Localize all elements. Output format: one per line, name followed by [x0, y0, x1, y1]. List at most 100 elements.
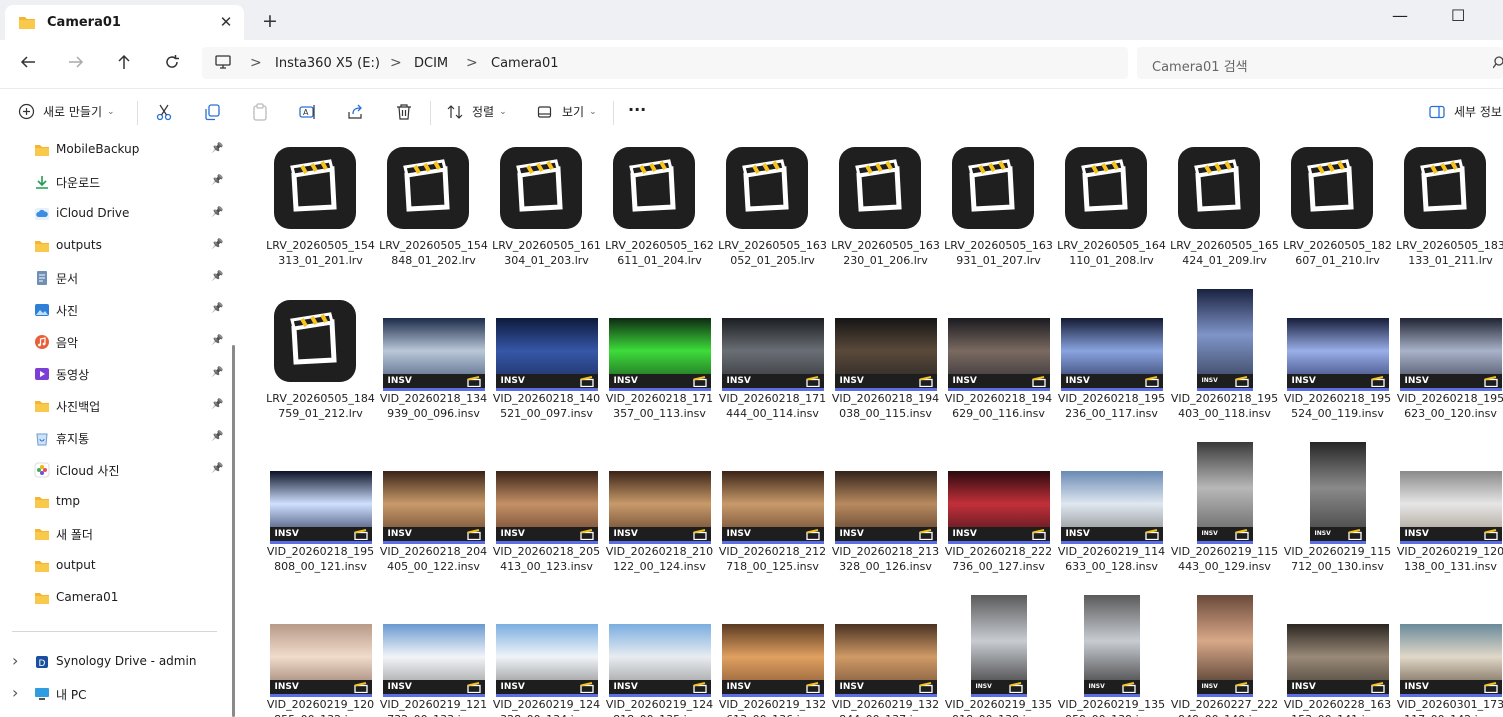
file-item[interactable]: LRV_20260505_161304_01_203.lrv	[490, 136, 603, 286]
paste-icon[interactable]	[251, 103, 269, 121]
file-type-badge: INSV	[1083, 680, 1140, 697]
file-item[interactable]: INSV VID_20260218_195236_00_117.insv	[1055, 289, 1168, 439]
file-item[interactable]: INSV VID_20260218_222736_00_127.insv	[942, 442, 1055, 592]
sidebar-item[interactable]: 휴지통 📌	[0, 424, 229, 452]
expand-chevron-icon[interactable]: ›	[12, 685, 18, 701]
minimize-button[interactable]: —	[1392, 6, 1408, 25]
sidebar-item[interactable]: output	[0, 552, 229, 580]
file-item[interactable]: LRV_20260505_182607_01_210.lrv	[1281, 136, 1394, 286]
sidebar-item[interactable]: Camera01	[0, 584, 229, 612]
file-item[interactable]: INSV VID_20260218_205413_00_123.insv	[490, 442, 603, 592]
address-bar[interactable]: > Insta360 X5 (E:) > DCIM > Camera01	[202, 47, 1128, 79]
sidebar-item[interactable]: outputs 📌	[0, 232, 229, 260]
new-button[interactable]: 새로 만들기 ⌄	[18, 103, 115, 120]
file-item[interactable]: LRV_20260505_184759_01_212.lrv	[264, 289, 377, 439]
file-item[interactable]: INSV VID_20260218_212718_00_125.insv	[716, 442, 829, 592]
folder-icon	[35, 401, 49, 412]
file-item[interactable]: INSV VID_20260219_121732_00_133.insv	[377, 595, 490, 717]
file-item[interactable]: INSV VID_20260219_120855_00_132.insv	[264, 595, 377, 717]
tab-camera01[interactable]: Camera01 ✕	[5, 5, 244, 40]
sidebar-item[interactable]: MobileBackup 📌	[0, 136, 229, 164]
file-item[interactable]: LRV_20260505_154848_01_202.lrv	[377, 136, 490, 286]
sidebar-item[interactable]: iCloud 사진 📌	[0, 456, 229, 484]
file-item[interactable]: LRV_20260505_164110_01_208.lrv	[1055, 136, 1168, 286]
file-item[interactable]: LRV_20260505_165424_01_209.lrv	[1168, 136, 1281, 286]
up-arrow-icon[interactable]	[116, 54, 132, 70]
file-item[interactable]: INSV VID_20260218_195808_00_121.insv	[264, 442, 377, 592]
file-item[interactable]: INSV VID_20260218_140521_00_097.insv	[490, 289, 603, 439]
file-item[interactable]: INSV VID_20260218_195623_00_120.insv	[1394, 289, 1503, 439]
file-item[interactable]: INSV VID_20260219_132844_00_137.insv	[829, 595, 942, 717]
file-item[interactable]: INSV VID_20260218_204405_00_122.insv	[377, 442, 490, 592]
close-tab-button[interactable]: ✕	[218, 14, 234, 30]
file-item[interactable]: INSV VID_20260219_115443_00_129.insv	[1168, 442, 1281, 592]
sort-button[interactable]: 정렬 ⌄	[446, 103, 507, 120]
more-options-button[interactable]: ···	[628, 100, 646, 119]
sidebar-item[interactable]: 사진 📌	[0, 296, 229, 324]
file-item[interactable]: INSV VID_20260218_134939_00_096.insv	[377, 289, 490, 439]
sidebar-item[interactable]: 다운로드 📌	[0, 168, 229, 196]
breadcrumb-camera01[interactable]: Camera01	[491, 56, 559, 71]
back-arrow-icon[interactable]	[20, 54, 36, 70]
file-item[interactable]: INSV VID_20260219_120138_00_131.insv	[1394, 442, 1503, 592]
sidebar-drive-item[interactable]: › 내 PC	[0, 680, 229, 708]
sidebar-drive-item[interactable]: › D Synology Drive - admin	[0, 648, 229, 676]
sidebar-item[interactable]: iCloud Drive 📌	[0, 200, 229, 228]
sidebar-item[interactable]: 사진백업 📌	[0, 392, 229, 420]
file-item[interactable]: INSV VID_20260218_171357_00_113.insv	[603, 289, 716, 439]
refresh-icon[interactable]	[164, 54, 180, 70]
file-item[interactable]: INSV VID_20260219_135959_00_139.insv	[1055, 595, 1168, 717]
file-item[interactable]: INSV VID_20260218_171444_00_114.insv	[716, 289, 829, 439]
sidebar-item[interactable]: 동영상 📌	[0, 360, 229, 388]
share-icon[interactable]	[347, 103, 365, 121]
file-item[interactable]: INSV VID_20260219_124328_00_134.insv	[490, 595, 603, 717]
file-type-badge: INSV	[608, 527, 711, 544]
details-pane-icon	[1429, 105, 1445, 118]
search-box[interactable]: Camera01 검색	[1137, 47, 1503, 79]
cut-icon[interactable]	[155, 103, 173, 121]
file-item[interactable]: INSV VID_20260218_194038_00_115.insv	[829, 289, 942, 439]
file-item[interactable]: INSV VID_20260219_114633_00_128.insv	[1055, 442, 1168, 592]
file-item[interactable]: INSV VID_20260227_222949_00_140.insv	[1168, 595, 1281, 717]
file-item[interactable]: INSV VID_20260219_132613_00_136.insv	[716, 595, 829, 717]
breadcrumb-dcim[interactable]: DCIM	[414, 56, 448, 71]
delete-icon[interactable]	[395, 103, 413, 121]
pin-icon: 📌	[211, 303, 224, 314]
file-item[interactable]: LRV_20260505_183133_01_211.lrv	[1394, 136, 1503, 286]
forward-arrow-icon[interactable]	[68, 54, 84, 70]
details-pane-button[interactable]: 세부 정보	[1429, 103, 1502, 120]
file-item[interactable]: INSV VID_20260219_115712_00_130.insv	[1281, 442, 1394, 592]
file-item[interactable]: LRV_20260505_163052_01_205.lrv	[716, 136, 829, 286]
file-item[interactable]: INSV VID_20260218_194629_00_116.insv	[942, 289, 1055, 439]
svg-text:A: A	[303, 108, 309, 117]
file-item[interactable]: LRV_20260505_163931_01_207.lrv	[942, 136, 1055, 286]
file-item[interactable]: INSV VID_20260219_124818_00_135.insv	[603, 595, 716, 717]
file-item[interactable]: INSV VID_20260219_135918_00_138.insv	[942, 595, 1055, 717]
expand-chevron-icon[interactable]: ›	[12, 653, 18, 669]
video-thumbnail: INSV	[834, 471, 937, 544]
file-type-badge: INSV	[495, 680, 598, 697]
rename-icon[interactable]: A	[299, 103, 317, 121]
file-type-badge: INSV	[721, 374, 824, 391]
sidebar-item[interactable]: 음악 📌	[0, 328, 229, 356]
file-item[interactable]: INSV VID_20260218_195524_00_119.insv	[1281, 289, 1394, 439]
maximize-button[interactable]: ☐	[1451, 6, 1465, 25]
file-item[interactable]: INSV VID_20260228_163153_00_141.insv	[1281, 595, 1394, 717]
sidebar-scrollbar[interactable]	[232, 345, 235, 717]
file-item[interactable]: INSV VID_20260218_213328_00_126.insv	[829, 442, 942, 592]
sidebar-item[interactable]: 새 폴더	[0, 520, 229, 548]
copy-icon[interactable]	[203, 103, 221, 121]
view-button[interactable]: 보기 ⌄	[537, 103, 597, 120]
file-item[interactable]: LRV_20260505_162611_01_204.lrv	[603, 136, 716, 286]
sidebar-item[interactable]: tmp	[0, 488, 229, 516]
file-item[interactable]: LRV_20260505_154313_01_201.lrv	[264, 136, 377, 286]
file-item[interactable]: LRV_20260505_163230_01_206.lrv	[829, 136, 942, 286]
file-name: LRV_20260505_163052_01_205.lrv	[718, 239, 827, 267]
new-tab-button[interactable]: +	[262, 11, 278, 31]
clapperboard-icon	[1008, 682, 1023, 697]
file-item[interactable]: INSV VID_20260218_195403_00_118.insv	[1168, 289, 1281, 439]
breadcrumb-drive[interactable]: Insta360 X5 (E:)	[275, 56, 380, 71]
sidebar-item[interactable]: 문서 📌	[0, 264, 229, 292]
file-item[interactable]: INSV VID_20260301_173117_00_142.insv	[1394, 595, 1503, 717]
file-item[interactable]: INSV VID_20260218_210122_00_124.insv	[603, 442, 716, 592]
